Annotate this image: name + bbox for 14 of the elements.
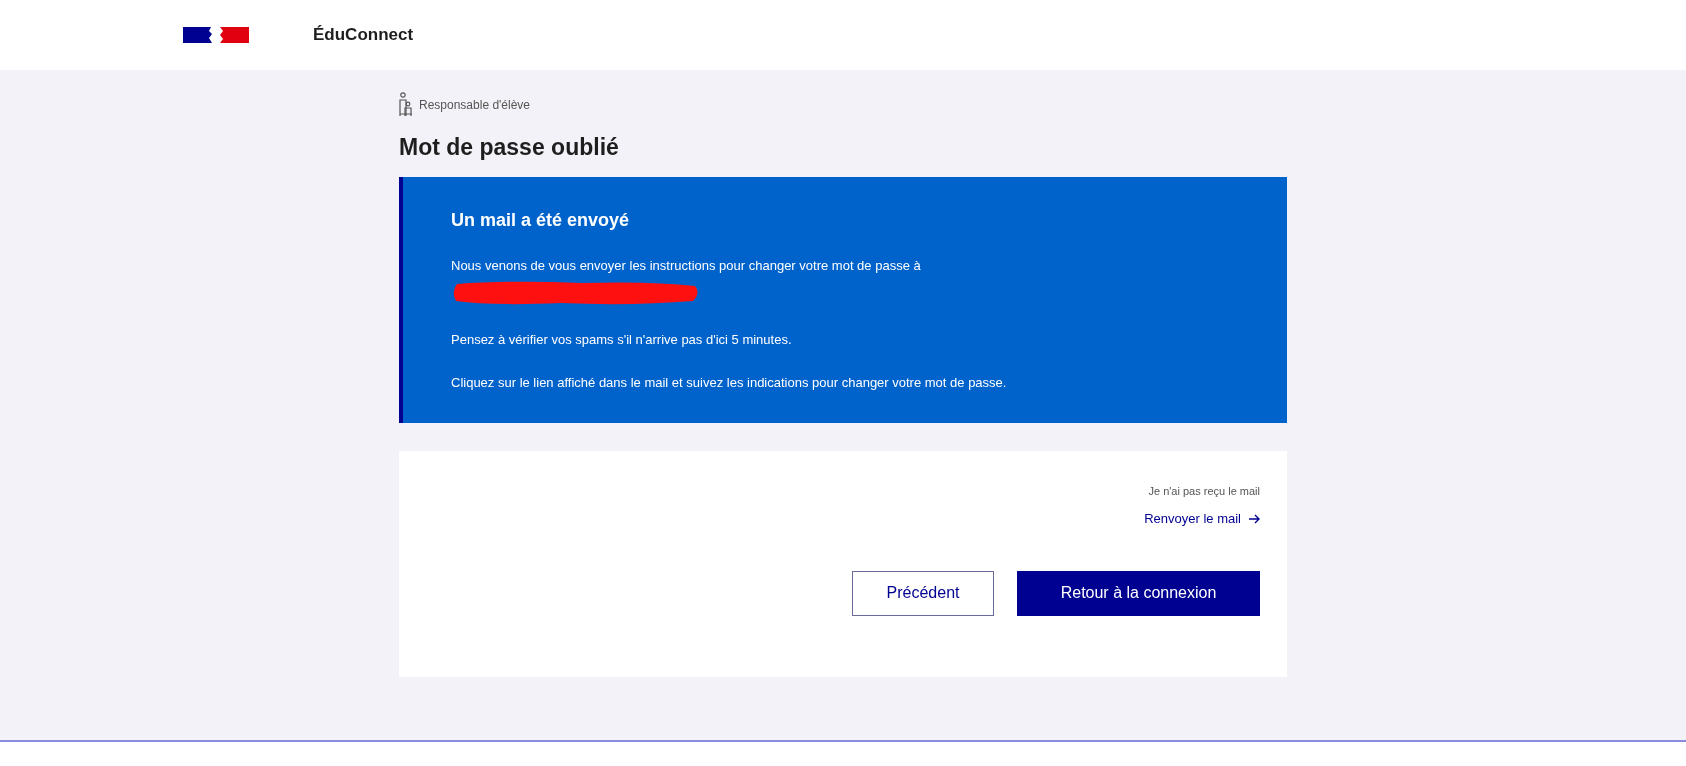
notice-title: Un mail a été envoyé [451, 209, 630, 232]
resend-link[interactable]: Renvoyer le mail [1144, 509, 1260, 529]
resend-hint: Je n'ai pas reçu le mail [1148, 483, 1260, 499]
flag-logo-icon [183, 26, 249, 44]
page-title: Mot de passe oublié [399, 136, 619, 159]
notice-text: Pensez à vérifier vos spams s'il n'arrive pas d'ici 5 minutes. [451, 330, 792, 349]
back-to-login-button[interactable]: Retour à la connexion [1017, 570, 1260, 616]
parent-child-icon [399, 92, 413, 118]
notice-text: Nous venons de vous envoyer les instructions pour changer votre mot de passe à [451, 257, 921, 275]
profile-label: Responsable d'élève [419, 97, 531, 114]
notice-text: Cliquez sur le lien affiché dans le mail et suivez les indications pour changer votre mot de passe. [451, 374, 1007, 392]
arrow-right-icon [1249, 513, 1260, 524]
site-name: ÉduConnect [313, 24, 414, 47]
previous-button[interactable]: Précédent [852, 570, 994, 616]
